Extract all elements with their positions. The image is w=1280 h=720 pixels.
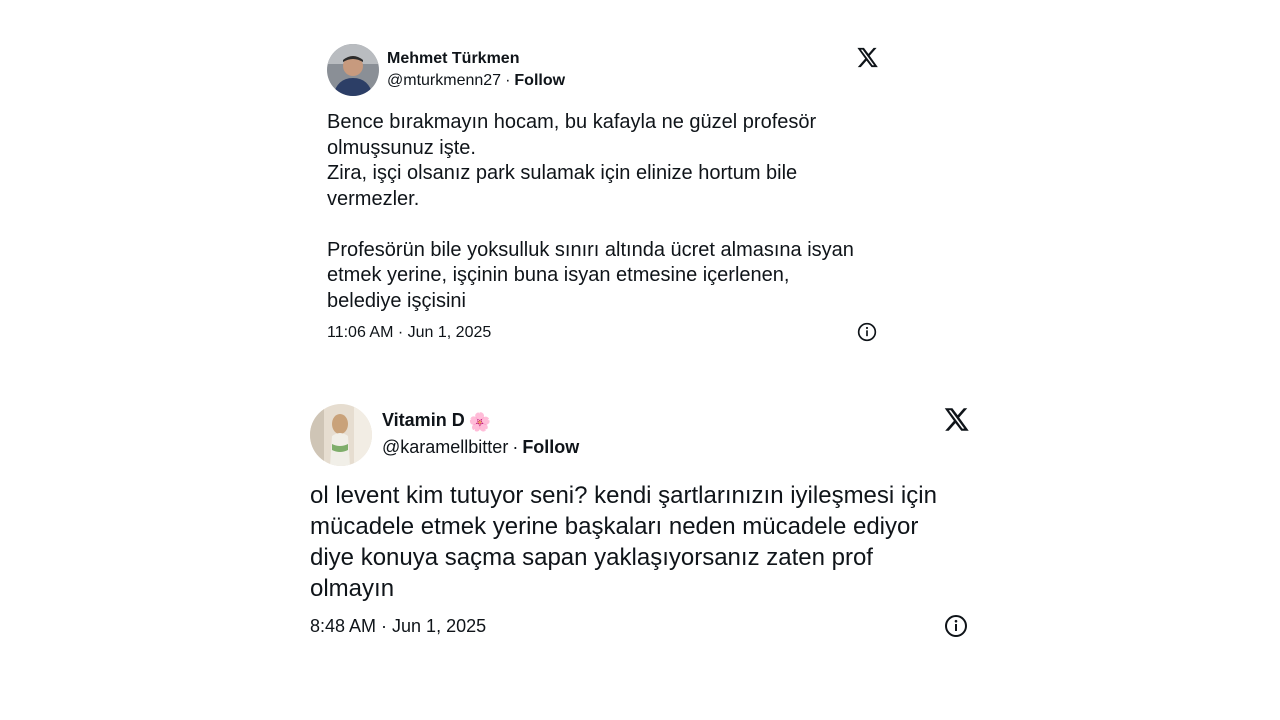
tweet-text: Bence bırakmayın hocam, bu kafayla ne gü… [327,111,854,312]
user-handle[interactable]: @mturkmenn27 [387,72,501,89]
timestamp[interactable]: 11:06 AM · Jun 1, 2025 [327,324,491,342]
avatar[interactable] [327,44,379,96]
x-logo-icon[interactable] [855,46,879,69]
display-name-row: Vitamin D 🌸 [382,410,491,433]
cherry-blossom-emoji: 🌸 [468,412,492,432]
separator: · [512,437,519,457]
user-handle[interactable]: @karamellbitter [382,437,508,457]
tweet-card: Mehmet Türkmen @mturkmenn27 · Follow Bence… [327,44,879,354]
avatar[interactable] [310,404,372,466]
handle-row: @karamellbitter · Follow [382,437,579,458]
display-name[interactable]: Mehmet Türkmen [387,50,519,68]
timestamp[interactable]: 8:48 AM · Jun 1, 2025 [310,616,486,637]
info-icon[interactable] [944,614,968,638]
handle-row: @mturkmenn27 · Follow [387,72,565,90]
follow-button[interactable]: Follow [514,72,565,89]
info-icon[interactable] [857,322,877,342]
user-avatar-icon [327,44,379,96]
tweet-card: Vitamin D 🌸 @karamellbitter · Follow ol lev… [310,404,970,644]
display-name[interactable]: Vitamin D [382,410,465,430]
x-logo-icon[interactable] [942,406,970,433]
separator: · [505,72,511,89]
follow-button[interactable]: Follow [522,437,579,457]
user-avatar-icon [310,404,372,466]
tweet-text: ol levent kim tutuyor seni? kendi şartla… [310,482,937,602]
